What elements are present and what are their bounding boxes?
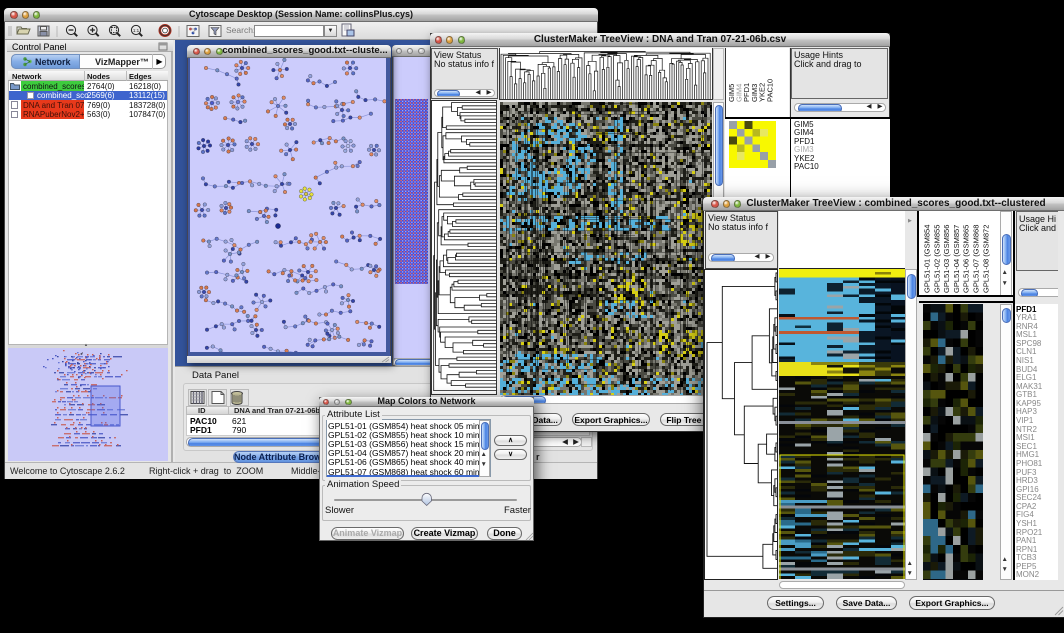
svg-text:GPL51-08 (GSM872: GPL51-08 (GSM872 [981, 225, 990, 293]
svg-text:GPL51-03 (GSM856: GPL51-03 (GSM856 [942, 225, 951, 293]
svg-text:GPL51-04 (GSM857: GPL51-04 (GSM857 [952, 225, 961, 293]
svg-text:PAC10: PAC10 [765, 79, 774, 102]
svg-text:Search:: Search: [226, 25, 255, 35]
svg-text:GPL51-02 (GSM855: GPL51-02 (GSM855 [932, 225, 941, 293]
svg-text:GPL51-07 (GSM868: GPL51-07 (GSM868 [972, 225, 981, 293]
svg-text:GPL51-06 (GSM865: GPL51-06 (GSM865 [962, 225, 971, 293]
svg-text:1:1: 1:1 [133, 28, 140, 33]
svg-text:GPL51-01 (GSM854: GPL51-01 (GSM854 [923, 225, 932, 293]
